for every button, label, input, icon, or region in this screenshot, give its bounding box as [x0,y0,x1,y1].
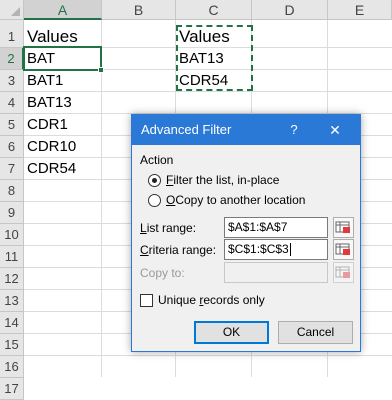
dialog-titlebar[interactable]: Advanced Filter ? ✕ [132,115,360,145]
cancel-button[interactable]: Cancel [278,321,353,344]
accesskey-l: L [140,221,147,235]
unique-records-label[interactable]: Unique records only [158,293,265,307]
gridline [101,20,102,377]
radio-copy-text: Copy to another location [175,193,306,207]
criteria-range-label: Criteria range: [140,243,216,257]
row-header[interactable]: 4 [0,92,24,114]
range-select-icon [335,243,350,255]
row-header[interactable]: 12 [0,268,24,290]
radio-filter-in-place[interactable] [148,174,161,187]
row-header[interactable]: 8 [0,180,24,202]
list-range-input[interactable]: $A$1:$A$7 [224,217,328,238]
radio-copy-to-location-label[interactable]: OCopy to another location [166,193,305,207]
row-header[interactable]: 13 [0,290,24,312]
column-header-d[interactable]: D [252,0,328,20]
row-header[interactable]: 11 [0,246,24,268]
column-header-c[interactable]: C [176,0,252,20]
help-icon[interactable]: ? [287,115,301,145]
dialog-title: Advanced Filter [141,122,232,137]
row-header[interactable]: 17 [0,378,24,400]
active-cell-border [23,46,102,71]
cell-a6[interactable]: CDR10 [24,136,101,158]
criteria-range-input[interactable]: $C$1:$C$3 [224,239,328,260]
advanced-filter-dialog: Advanced Filter ? ✕ Action Filter the li… [131,114,361,352]
radio-copy-to-location[interactable] [148,194,161,207]
row-header[interactable]: 14 [0,312,24,334]
close-icon[interactable]: ✕ [324,115,346,145]
row-header[interactable]: 16 [0,356,24,378]
radio-filter-in-place-text: ilter the list, in-place [173,173,280,187]
range-select-icon [335,221,350,233]
list-range-collapse-button[interactable] [333,217,354,238]
accesskey-c: O [166,193,176,207]
copy-to-input[interactable] [224,262,328,283]
row-header[interactable]: 7 [0,158,24,180]
cell-a3[interactable]: BAT1 [24,70,101,92]
action-group-label: Action [140,153,174,167]
unique-records-text-pre: Unique [158,293,200,307]
fill-handle[interactable] [98,67,104,73]
column-header-a[interactable]: A [24,0,102,20]
column-header-b[interactable]: B [102,0,176,20]
cell-a1[interactable]: Values [24,26,101,48]
radio-filter-in-place-label[interactable]: Filter the list, in-place [166,173,279,187]
gridline [24,355,392,356]
row-header[interactable]: 2 [0,48,24,70]
copy-to-label: Copy to: [140,266,185,280]
unique-records-checkbox[interactable] [140,294,153,307]
list-range-label: List range: [140,221,196,235]
unique-records-text-rest: ecords only [203,293,265,307]
row-header[interactable]: 5 [0,114,24,136]
row-header[interactable]: 1 [0,26,24,48]
cell-a7[interactable]: CDR54 [24,158,101,180]
criteria-range-label-text: riteria range: [148,243,217,257]
radio-selected-dot-icon [152,178,157,183]
text-caret [289,243,291,257]
cell-a5[interactable]: CDR1 [24,114,101,136]
ok-button[interactable]: OK [194,321,269,344]
range-select-icon [335,266,350,278]
select-all-triangle-icon [11,7,20,16]
copy-to-collapse-button[interactable] [333,262,354,283]
row-header[interactable]: 6 [0,136,24,158]
select-all-corner[interactable] [0,0,24,20]
criteria-range-marquee [176,25,253,91]
row-header-gap [0,20,24,26]
row-header[interactable]: 15 [0,334,24,356]
row-header[interactable]: 3 [0,70,24,92]
criteria-range-collapse-button[interactable] [333,239,354,260]
criteria-range-value: $C$1:$C$3 [228,242,289,256]
accesskey-c: C [140,243,149,257]
row-header[interactable]: 10 [0,224,24,246]
cell-a4[interactable]: BAT13 [24,92,101,114]
column-header-e[interactable]: E [328,0,392,20]
row-header[interactable]: 9 [0,202,24,224]
list-range-label-text: ist range: [146,221,197,235]
